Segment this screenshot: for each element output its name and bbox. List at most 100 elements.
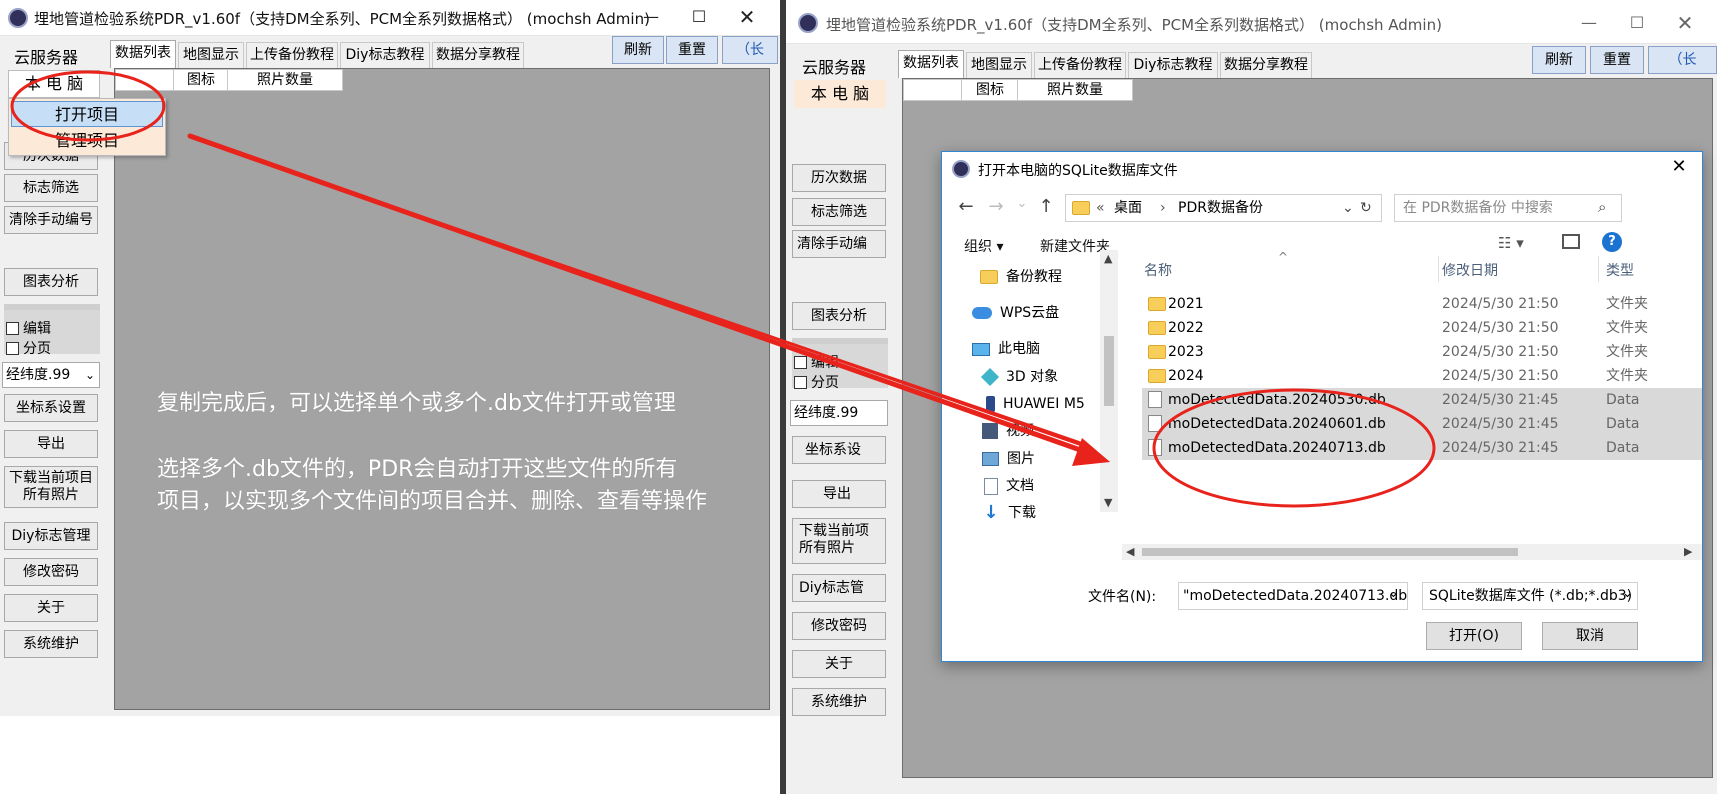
filename-input[interactable]: "moDetectedData.20240713.db" [1178, 582, 1408, 610]
file-list-hscrollbar[interactable]: ◀ ▶ [1122, 544, 1702, 560]
partial-button[interactable]: （长 [722, 36, 778, 64]
export-button[interactable]: 导出 [4, 430, 98, 458]
paging-checkbox[interactable]: 分页 [6, 338, 51, 358]
change-password-button[interactable]: 修改密码 [4, 558, 98, 586]
open-project-menu-item[interactable]: 打开项目 [11, 101, 163, 127]
diy-marks-button[interactable]: Diy标志管 [792, 574, 886, 602]
file-type-dropdown-icon[interactable]: ⌄ [1622, 586, 1633, 601]
export-button[interactable]: 导出 [792, 480, 886, 508]
file-row[interactable]: 2024 2024/5/30 21:50 文件夹 [1142, 364, 1702, 388]
right-window-titlebar[interactable]: 埋地管道检验系统PDR_v1.60f（支持DM全系列、PCM全系列数据格式） (… [786, 0, 1717, 44]
diy-marks-button[interactable]: Diy标志管理 [4, 522, 98, 550]
breadcrumb-pdr-backup[interactable]: PDR数据备份 [1178, 195, 1263, 221]
edit-checkbox-box[interactable] [6, 321, 19, 335]
data-list-area[interactable]: 图标 照片数量 复制完成后，可以选择单个或多个.db文件打开或管理 选择多个.d… [114, 68, 770, 710]
open-button[interactable]: 打开(O) [1426, 622, 1522, 650]
about-button[interactable]: 关于 [4, 594, 98, 622]
tree-scroll-thumb[interactable] [1104, 336, 1114, 406]
maintenance-button[interactable]: 系统维护 [4, 630, 98, 658]
edit-checkbox[interactable]: 编辑 [6, 318, 51, 338]
address-bar[interactable]: « 桌面 › PDR数据备份 ⌄ ↻ [1065, 194, 1382, 222]
partial-button[interactable]: （长 [1648, 46, 1717, 74]
tab-data-share[interactable]: 数据分享教程 [1220, 52, 1312, 78]
tab-diy-marks[interactable]: Diy标志教程 [340, 42, 430, 68]
list-header-photo-count[interactable]: 照片数量 [227, 69, 343, 91]
tree-item-wps-cloud[interactable]: WPS云盘 [972, 300, 1059, 326]
scroll-right-icon[interactable]: ▶ [1684, 545, 1692, 558]
edit-checkbox[interactable]: 编辑 [794, 352, 839, 372]
cancel-button[interactable]: 取消 [1542, 622, 1638, 650]
local-pc-tab[interactable]: 本 电 脑 [794, 80, 886, 108]
download-photos-button[interactable]: 下载当前项目 所有照片 [4, 466, 98, 508]
reset-button[interactable]: 重置 [666, 36, 718, 64]
list-header-photo-count[interactable]: 照片数量 [1017, 79, 1133, 101]
tree-item-backup-tutorial[interactable]: 备份教程 [980, 264, 1062, 290]
file-row[interactable]: moDetectedData.20240601.db 2024/5/30 21:4… [1142, 412, 1702, 436]
tree-item-videos[interactable]: 视频 [982, 418, 1034, 444]
recent-chevron-icon[interactable]: ⌄ [1010, 196, 1034, 211]
file-row[interactable]: 2021 2024/5/30 21:50 文件夹 [1142, 292, 1702, 316]
tree-item-huawei[interactable]: HUAWEI M5 [986, 391, 1085, 417]
clear-manual-number-button[interactable]: 清除手动编 [792, 230, 886, 258]
download-photos-button[interactable]: 下载当前项 所有照片 [792, 518, 886, 564]
organize-menu[interactable]: 组织 ▾ [964, 236, 1003, 256]
tab-data-list[interactable]: 数据列表 [110, 40, 176, 68]
tab-upload-backup[interactable]: 上传备份教程 [1034, 52, 1126, 78]
tree-item-pictures[interactable]: 图片 [982, 446, 1035, 472]
left-window-titlebar[interactable]: 埋地管道检验系统PDR_v1.60f（支持DM全系列、PCM全系列数据格式） (… [0, 0, 780, 36]
preview-pane-icon[interactable] [1562, 234, 1580, 249]
clear-manual-number-button[interactable]: 清除手动编号 [4, 206, 98, 234]
forward-arrow-icon[interactable]: → [984, 196, 1008, 217]
tree-item-3d-objects[interactable]: 3D 对象 [980, 364, 1058, 390]
local-pc-tab[interactable]: 本 电 脑 [8, 70, 100, 98]
scroll-down-icon[interactable]: ▼ [1104, 496, 1112, 509]
filename-dropdown-icon[interactable]: ⌄ [1388, 586, 1399, 601]
file-row[interactable]: 2023 2024/5/30 21:50 文件夹 [1142, 340, 1702, 364]
maintenance-button[interactable]: 系统维护 [792, 688, 886, 716]
mark-filter-button[interactable]: 标志筛选 [4, 174, 98, 202]
column-header-type[interactable]: 类型 [1606, 260, 1634, 280]
tree-item-documents[interactable]: 文档 [984, 473, 1034, 499]
tab-map[interactable]: 地图显示 [178, 42, 244, 68]
scroll-up-icon[interactable]: ▲ [1104, 252, 1112, 265]
tab-data-list[interactable]: 数据列表 [898, 50, 964, 78]
reset-button[interactable]: 重置 [1590, 46, 1644, 74]
breadcrumb-desktop[interactable]: 桌面 [1114, 195, 1142, 221]
change-password-button[interactable]: 修改密码 [792, 612, 886, 640]
edit-checkbox-box[interactable] [794, 355, 807, 369]
column-header-modified[interactable]: 修改日期 [1442, 260, 1498, 280]
file-row[interactable]: moDetectedData.20240713.db 2024/5/30 21:4… [1142, 436, 1702, 460]
minimize-button[interactable]: — [1566, 6, 1612, 40]
mark-filter-button[interactable]: 标志筛选 [792, 198, 886, 226]
file-row[interactable]: moDetectedData.20240530.db 2024/5/30 21:4… [1142, 388, 1702, 412]
coordinate-system-button[interactable]: 坐标系设置 [4, 394, 98, 422]
dialog-titlebar[interactable]: 打开本电脑的SQLite数据库文件 ✕ [942, 152, 1702, 186]
scroll-left-icon[interactable]: ◀ [1126, 545, 1134, 558]
manage-project-menu-item[interactable]: 管理项目 [11, 128, 163, 154]
refresh-button[interactable]: 刷新 [1532, 46, 1586, 74]
tree-scrollbar[interactable]: ▲ ▼ [1100, 250, 1118, 512]
tab-upload-backup[interactable]: 上传备份教程 [246, 42, 338, 68]
close-button[interactable]: ✕ [1662, 6, 1708, 40]
history-button[interactable]: 历次数据 [792, 164, 886, 192]
refresh-icon[interactable]: ↻ [1360, 195, 1372, 221]
tab-diy-marks[interactable]: Diy标志教程 [1128, 52, 1218, 78]
address-dropdown-icon[interactable]: ⌄ [1342, 195, 1354, 221]
tab-map[interactable]: 地图显示 [966, 52, 1032, 78]
column-header-name[interactable]: 名称 [1144, 260, 1172, 280]
back-arrow-icon[interactable]: ← [954, 196, 978, 217]
dialog-close-button[interactable]: ✕ [1664, 156, 1694, 182]
tree-item-downloads[interactable]: ↓ 下载 [982, 500, 1036, 526]
coordinate-format-select[interactable]: 经纬度.99 ⌄ [2, 362, 100, 388]
list-header-icon[interactable]: 图标 [173, 69, 229, 91]
file-row[interactable]: 2022 2024/5/30 21:50 文件夹 [1142, 316, 1702, 340]
cloud-server-label[interactable]: 云服务器 [802, 54, 866, 78]
coordinate-format-select[interactable]: 经纬度.99 [790, 400, 888, 426]
maximize-button[interactable]: ☐ [1614, 6, 1660, 40]
search-input[interactable]: 在 PDR数据备份 中搜索 [1394, 194, 1622, 222]
chart-analysis-button[interactable]: 图表分析 [792, 302, 886, 330]
minimize-button[interactable]: — [628, 0, 674, 34]
paging-checkbox-box[interactable] [794, 375, 807, 389]
hscroll-thumb[interactable] [1142, 548, 1518, 556]
help-icon[interactable]: ? [1602, 232, 1622, 252]
